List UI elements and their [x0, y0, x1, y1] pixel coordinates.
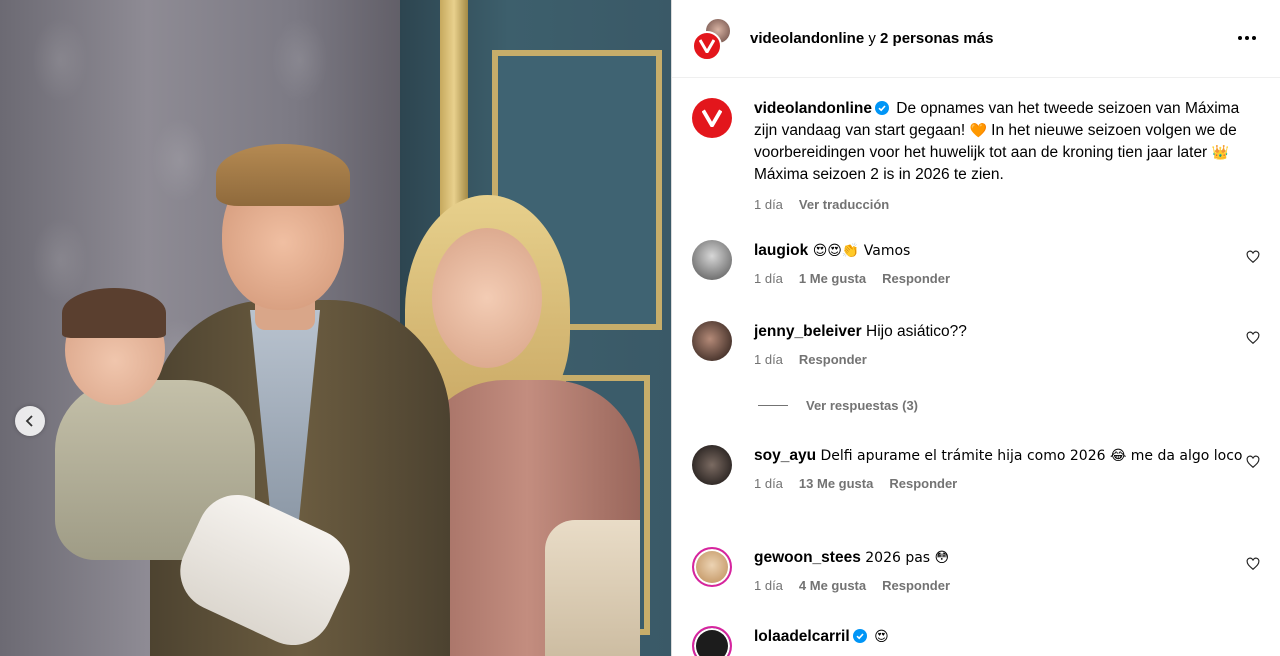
carousel-prev-button[interactable]	[15, 406, 45, 436]
comment-row: jenny_beleiver Hijo asiático?? 1 día Res…	[692, 321, 1264, 371]
crown-emoji: 👑	[1211, 145, 1229, 161]
comment-body: jenny_beleiver Hijo asiático?? 1 día Res…	[754, 321, 1264, 371]
reply-button[interactable]: Responder	[799, 349, 867, 371]
caption-text-3: Máxima seizoen 2 is in 2026 te zien.	[754, 166, 1004, 183]
man-hair	[216, 144, 350, 206]
comment-time[interactable]: 1 día	[754, 473, 783, 495]
comment-username[interactable]: laugiok	[754, 242, 808, 259]
comment-row: laugiok 😍😍👏 Vamos 1 día 1 Me gusta Respo…	[692, 240, 1264, 290]
videoland-logo-icon	[702, 109, 722, 127]
comment-text: 😍😍👏 Vamos	[808, 243, 911, 259]
baby-hair	[62, 288, 166, 338]
caption-username[interactable]: videolandonline	[754, 100, 872, 117]
comment-body: gewoon_stees 2026 pas 😳 1 día 4 Me gusta…	[754, 547, 1264, 597]
comment-text: 😍	[869, 629, 889, 645]
author-username[interactable]: videolandonline	[750, 30, 864, 47]
comment-meta: 1 día Responder	[754, 349, 1264, 371]
heart-icon[interactable]	[1246, 455, 1260, 469]
comment-username[interactable]: gewoon_stees	[754, 549, 861, 566]
heart-icon[interactable]	[1246, 331, 1260, 345]
reply-button[interactable]: Responder	[889, 473, 957, 495]
comment-username[interactable]: jenny_beleiver	[754, 323, 862, 340]
chevron-left-icon	[25, 415, 33, 427]
videoland-logo-icon	[692, 30, 722, 61]
avatar[interactable]	[692, 321, 732, 361]
comments-panel: videolandonline y 2 personas más videola…	[671, 0, 1280, 656]
caption-body: videolandonline De opnames van het tweed…	[754, 98, 1264, 216]
comment-username[interactable]: lolaadelcarril	[754, 628, 850, 645]
heart-icon[interactable]	[1246, 557, 1260, 571]
comment-username[interactable]: soy_ayu	[754, 447, 816, 464]
comment-body: laugiok 😍😍👏 Vamos 1 día 1 Me gusta Respo…	[754, 240, 1264, 290]
comment-likes[interactable]: 4 Me gusta	[799, 575, 866, 597]
avatar-story-ring[interactable]	[692, 547, 732, 587]
comment-body: soy_ayu Delfi apurame el trámite hija co…	[754, 445, 1264, 495]
dot-icon	[1238, 36, 1242, 40]
comment-meta: 1 día 1 Me gusta Responder	[754, 268, 1264, 290]
view-replies-label: Ver respuestas (3)	[806, 398, 919, 413]
post-author[interactable]: videolandonline y 2 personas más	[750, 30, 993, 47]
comment-likes[interactable]: 13 Me gusta	[799, 473, 873, 495]
collab-avatars[interactable]	[692, 16, 734, 61]
avatar[interactable]	[692, 445, 732, 485]
avatar-story-ring[interactable]	[692, 626, 732, 656]
comment-meta: 1 día 13 Me gusta Responder	[754, 473, 1264, 495]
replies-divider	[758, 405, 788, 406]
view-replies-button[interactable]: Ver respuestas (3)	[758, 398, 918, 413]
comment-time[interactable]: 1 día	[754, 575, 783, 597]
orange-heart-emoji: 🧡	[969, 123, 987, 139]
verified-badge-icon	[874, 101, 889, 115]
post-header: videolandonline y 2 personas más	[672, 0, 1280, 78]
reply-button[interactable]: Responder	[882, 575, 950, 597]
comment-text: Delfi apurame el trámite hija como 2026 …	[816, 448, 1243, 464]
comment-row: soy_ayu Delfi apurame el trámite hija co…	[692, 445, 1264, 495]
verified-badge-icon	[852, 629, 867, 643]
comment-row: lolaadelcarril 😍	[692, 626, 1264, 656]
caption-time[interactable]: 1 día	[754, 194, 783, 216]
woman-face	[432, 228, 542, 368]
comment-text: 2026 pas 😳	[860, 550, 950, 566]
reply-button[interactable]: Responder	[882, 268, 950, 290]
comment-row: gewoon_stees 2026 pas 😳 1 día 4 Me gusta…	[692, 547, 1264, 597]
videoland-avatar[interactable]	[692, 98, 732, 138]
comment-time[interactable]: 1 día	[754, 349, 783, 371]
heart-icon[interactable]	[1246, 250, 1260, 264]
more-options-button[interactable]	[1238, 28, 1262, 48]
author-others[interactable]: 2 personas más	[880, 30, 993, 47]
post-photo	[0, 0, 671, 656]
comment-body: lolaadelcarril 😍	[754, 626, 1264, 656]
comment-text: Hijo asiático??	[861, 323, 967, 340]
comment-time[interactable]: 1 día	[754, 268, 783, 290]
translate-link[interactable]: Ver traducción	[799, 194, 889, 216]
woman-shawl	[545, 520, 640, 656]
avatar[interactable]	[692, 240, 732, 280]
comment-meta: 1 día 4 Me gusta Responder	[754, 575, 1264, 597]
comment-likes[interactable]: 1 Me gusta	[799, 268, 866, 290]
dot-icon	[1245, 36, 1249, 40]
dot-icon	[1252, 36, 1256, 40]
caption-row: videolandonline De opnames van het tweed…	[692, 98, 1264, 216]
caption-meta: 1 día Ver traducción	[754, 194, 1264, 216]
author-connector: y	[864, 30, 881, 47]
